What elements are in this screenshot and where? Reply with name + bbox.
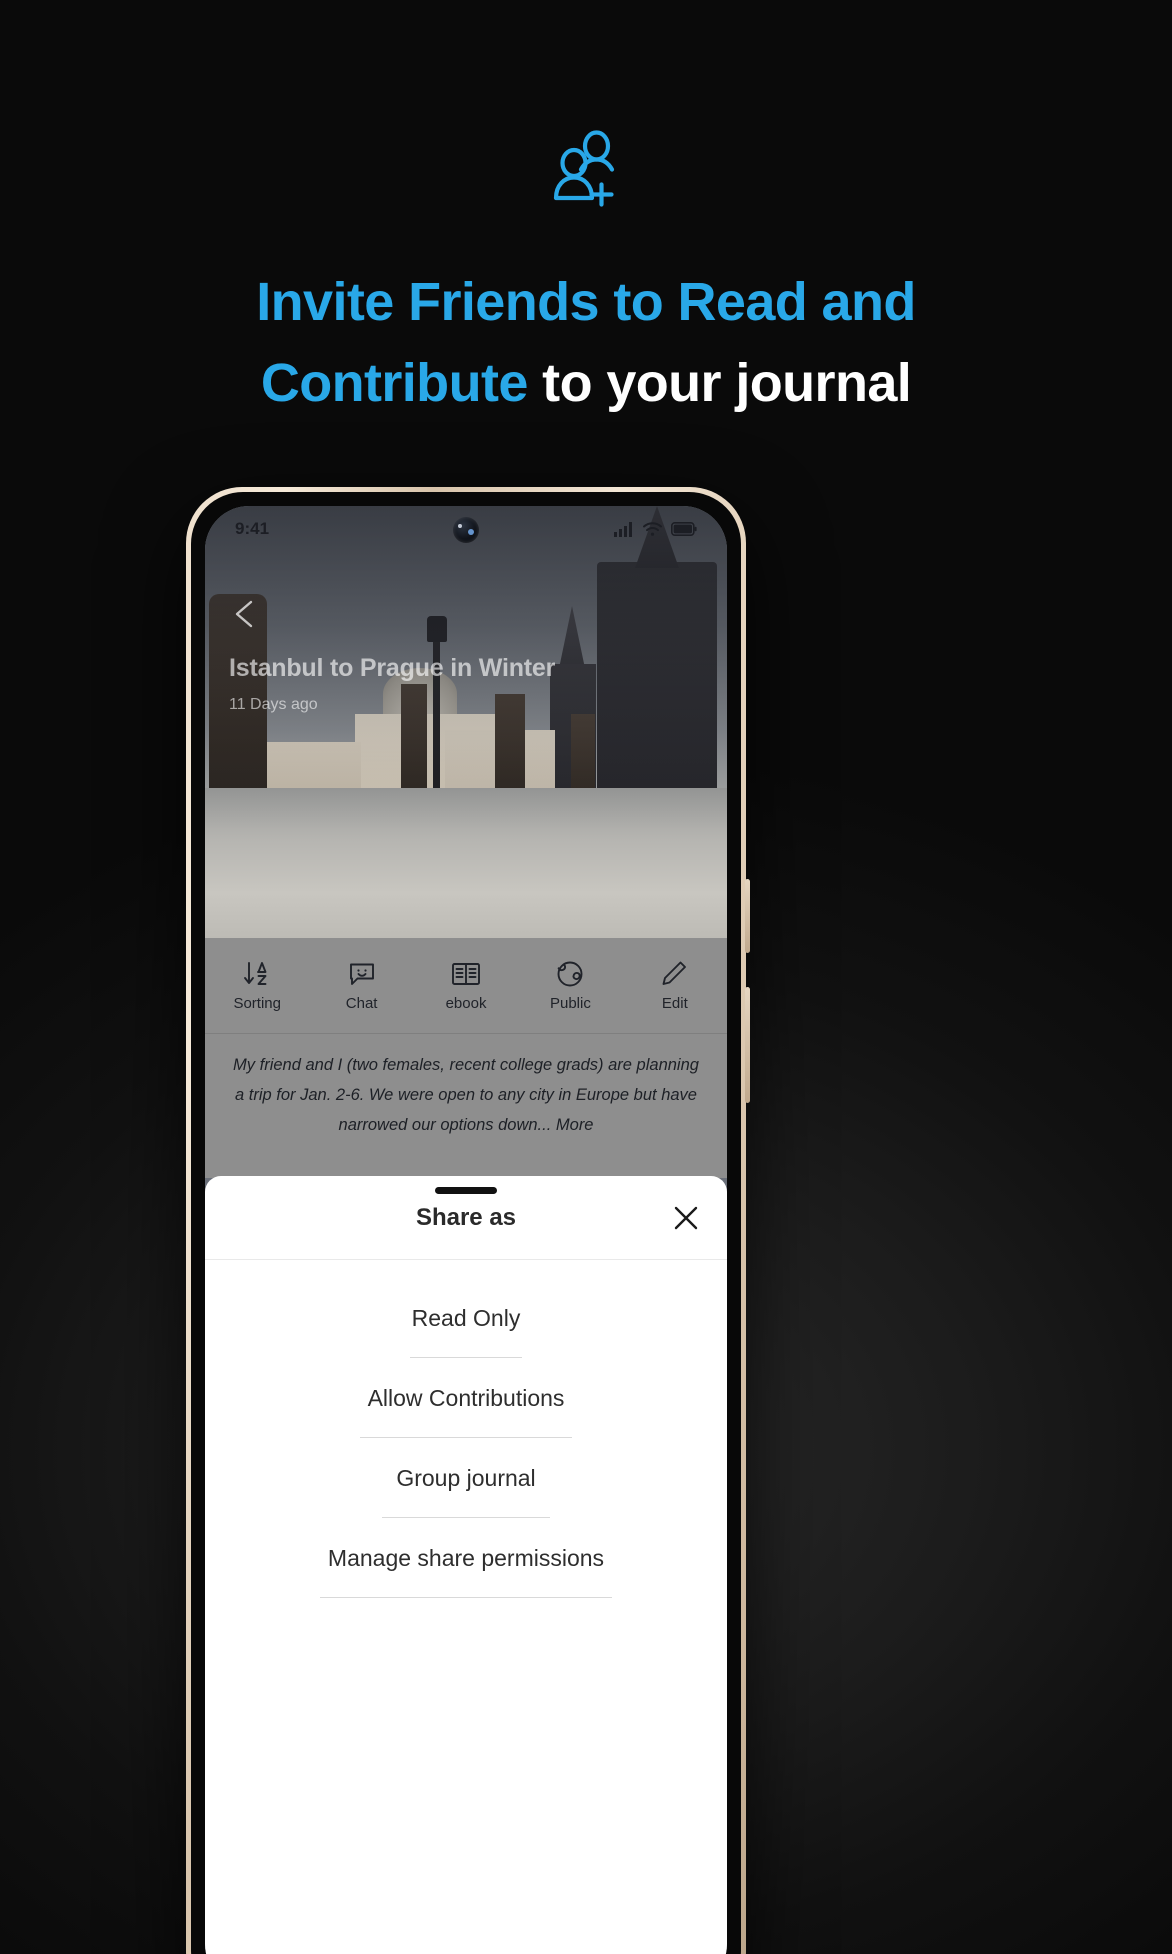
sheet-header: Share as — [205, 1176, 727, 1260]
photo-scrim — [205, 506, 727, 938]
share-option-label: Read Only — [411, 1304, 521, 1331]
toolbar-label: ebook — [445, 994, 487, 1012]
pencil-icon — [661, 960, 688, 988]
journal-cover-photo — [205, 506, 727, 938]
page-title: Invite Friends to Read and Contribute to… — [0, 262, 1172, 424]
chat-smiley-icon — [348, 960, 376, 988]
back-arrow-icon[interactable] — [227, 596, 263, 632]
front-camera-icon — [453, 517, 479, 543]
journal-toolbar: Sorting Chat ebook Public Edit — [205, 938, 727, 1034]
status-icons — [614, 521, 697, 537]
battery-icon — [671, 522, 697, 536]
power-button[interactable] — [745, 879, 750, 953]
share-option-label: Manage share permissions — [327, 1544, 605, 1571]
headline-line-2-plain: to your journal — [527, 353, 912, 413]
toolbar-item-public[interactable]: Public — [518, 960, 622, 1012]
phone-bezel: 9:41 Istanbul to Prague in Winter 11 Day… — [191, 492, 741, 1954]
divider — [320, 1597, 612, 1598]
share-option-manage-permissions[interactable]: Manage share permissions — [205, 1518, 727, 1598]
close-icon[interactable] — [667, 1199, 705, 1237]
toolbar-label: Edit — [661, 994, 688, 1012]
share-options-list: Read Only Allow Contributions Group jour… — [205, 1260, 727, 1598]
status-time: 9:41 — [235, 519, 270, 538]
add-people-icon — [0, 128, 1172, 212]
open-book-icon — [451, 960, 481, 988]
share-option-group-journal[interactable]: Group journal — [205, 1438, 727, 1518]
share-option-label: Group journal — [396, 1464, 536, 1491]
phone-mockup: 9:41 Istanbul to Prague in Winter 11 Day… — [186, 487, 750, 1954]
headline-line-2-accent: Contribute — [260, 353, 529, 413]
toolbar-item-chat[interactable]: Chat — [309, 960, 413, 1012]
toolbar-label: Public — [549, 994, 591, 1012]
toolbar-item-sorting[interactable]: Sorting — [205, 960, 309, 1012]
phone-frame: 9:41 Istanbul to Prague in Winter 11 Day… — [186, 487, 750, 1954]
volume-button[interactable] — [745, 987, 750, 1103]
journal-excerpt: My friend and I (two females, recent col… — [205, 1034, 727, 1178]
toolbar-label: Chat — [345, 994, 378, 1012]
share-option-allow-contributions[interactable]: Allow Contributions — [205, 1358, 727, 1438]
share-option-read-only[interactable]: Read Only — [205, 1278, 727, 1358]
cellular-signal-icon — [614, 521, 632, 537]
headline-line-1: Invite Friends to Read and — [256, 272, 916, 332]
share-option-label: Allow Contributions — [367, 1384, 565, 1411]
toolbar-label: Sorting — [233, 994, 281, 1012]
journal-subtitle: 11 Days ago — [229, 696, 318, 713]
journal-title: Istanbul to Prague in Winter — [229, 654, 556, 682]
share-bottom-sheet: Share as Read Only Allow Contributions G… — [205, 1176, 727, 1954]
phone-screen: 9:41 Istanbul to Prague in Winter 11 Day… — [205, 506, 727, 1954]
toolbar-item-edit[interactable]: Edit — [623, 960, 727, 1012]
globe-icon — [556, 960, 584, 988]
wifi-icon — [643, 521, 662, 536]
sort-az-icon — [242, 960, 272, 988]
toolbar-item-ebook[interactable]: ebook — [414, 960, 518, 1012]
promo-stage: Invite Friends to Read and Contribute to… — [0, 0, 1172, 1954]
sheet-title: Share as — [415, 1203, 517, 1231]
